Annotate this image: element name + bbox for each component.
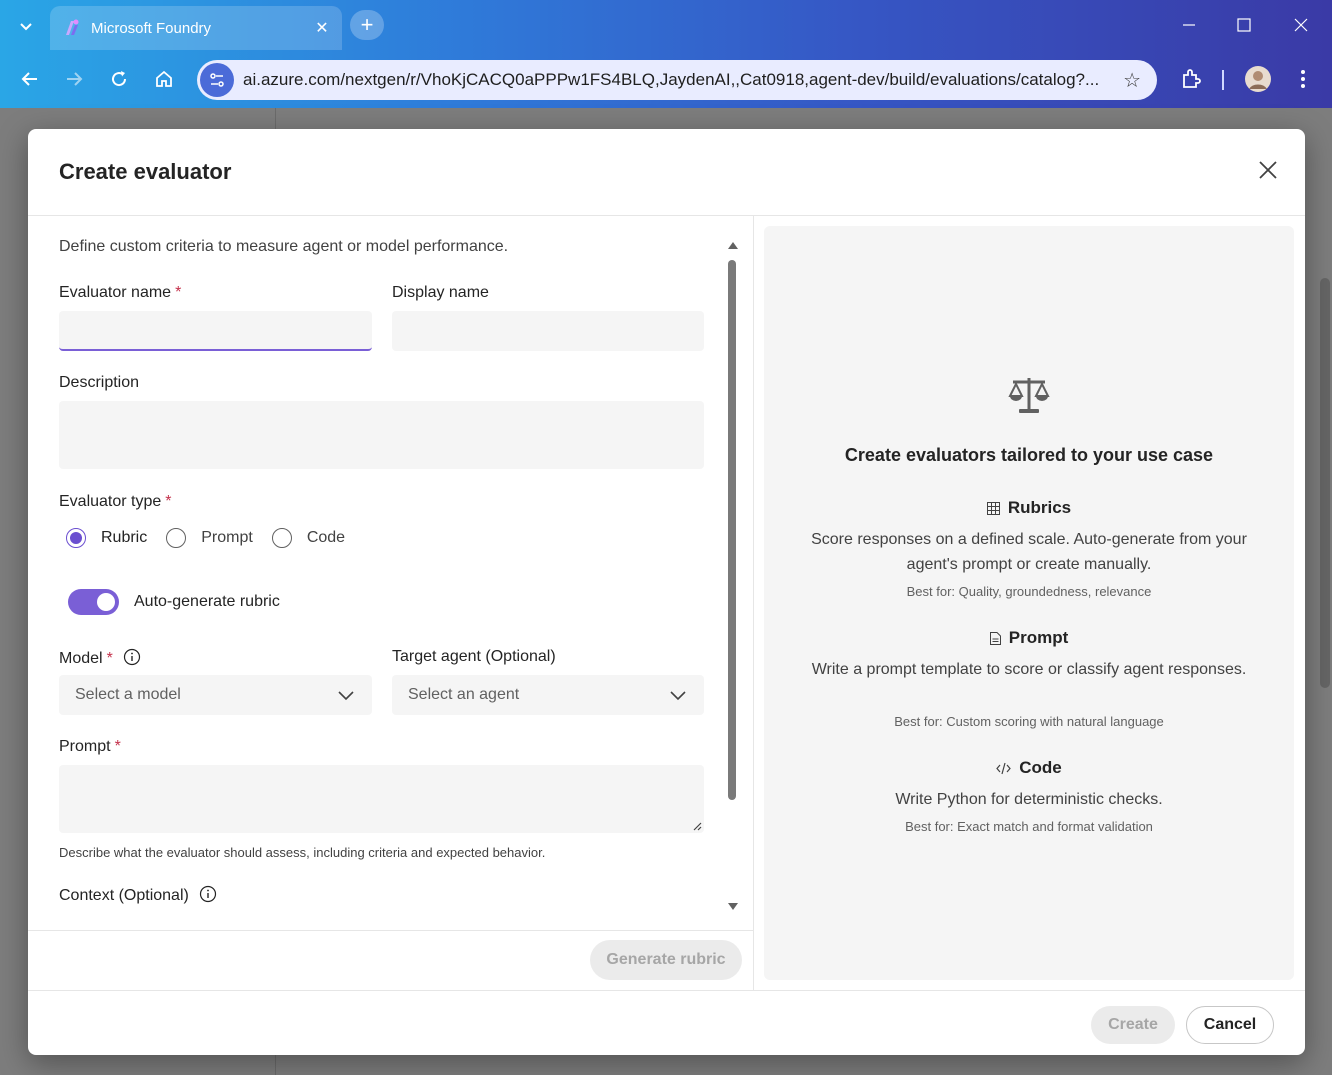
new-tab-button[interactable]: + xyxy=(350,10,384,40)
description-input[interactable] xyxy=(59,401,704,469)
prompt-input[interactable] xyxy=(59,765,704,833)
profile-avatar[interactable] xyxy=(1241,62,1275,96)
radio-code-label[interactable]: Code xyxy=(307,529,345,547)
window-close-icon[interactable] xyxy=(1281,10,1321,40)
dialog-intro: Define custom criteria to measure agent … xyxy=(59,238,509,255)
table-icon xyxy=(986,502,1000,515)
prompt-description: Write a prompt template to score or clas… xyxy=(811,661,1247,678)
evaluator-type-label: Evaluator type * xyxy=(59,493,172,510)
display-name-input[interactable] xyxy=(392,311,704,351)
tab-title: Microsoft Foundry xyxy=(91,19,212,37)
evaluator-name-input[interactable] xyxy=(59,311,372,351)
model-select-placeholder: Select a model xyxy=(75,686,181,703)
generate-rubric-button[interactable]: Generate rubric xyxy=(590,940,742,980)
radio-code[interactable] xyxy=(271,528,292,548)
radio-rubric-label[interactable]: Rubric xyxy=(101,529,147,547)
maximize-icon[interactable] xyxy=(1224,10,1264,40)
backdrop-scrollbar xyxy=(1320,278,1330,688)
target-agent-select[interactable]: Select an agent xyxy=(392,675,704,715)
address-bar[interactable]: ai.azure.com/nextgen/r/VhoKjCACQ0aPPPw1F… xyxy=(197,60,1157,100)
url-text: ai.azure.com/nextgen/r/VhoKjCACQ0aPPPw1F… xyxy=(243,70,1100,89)
reload-icon[interactable] xyxy=(102,62,136,96)
prompt-best-for: Best for: Custom scoring with natural la… xyxy=(894,714,1164,729)
dialog-title: Create evaluator xyxy=(59,159,232,184)
scales-icon xyxy=(1008,378,1050,413)
column-divider xyxy=(753,216,754,990)
browser-tab[interactable]: Microsoft Foundry ✕ xyxy=(50,6,342,50)
dialog-footer-divider xyxy=(28,990,1305,991)
tab-search-icon[interactable] xyxy=(12,12,40,40)
rubrics-description: Score responses on a defined scale. Auto… xyxy=(811,531,1247,573)
browser-toolbar: ai.azure.com/nextgen/r/VhoKjCACQ0aPPPw1F… xyxy=(0,50,1332,108)
prompt-label: Prompt * xyxy=(59,738,121,755)
rubrics-best-for: Best for: Quality, groundedness, relevan… xyxy=(906,584,1152,599)
scroll-down-icon[interactable] xyxy=(727,902,739,912)
document-icon xyxy=(989,632,1001,645)
back-icon[interactable] xyxy=(13,62,47,96)
description-label: Description xyxy=(59,374,140,391)
cancel-button[interactable]: Cancel xyxy=(1186,1006,1274,1044)
form-footer-divider xyxy=(28,930,753,931)
panel-title: Create evaluators tailored to your use c… xyxy=(844,445,1214,465)
code-heading: Code xyxy=(764,758,1294,778)
radio-prompt-label[interactable]: Prompt xyxy=(201,529,253,547)
form-scrollbar[interactable] xyxy=(725,240,739,940)
target-agent-label: Target agent (Optional) xyxy=(392,648,556,665)
auto-generate-toggle[interactable] xyxy=(68,589,119,615)
forward-icon[interactable] xyxy=(57,62,91,96)
chevron-down-icon xyxy=(338,691,354,701)
home-icon[interactable] xyxy=(147,62,181,96)
display-name-label: Display name xyxy=(392,284,489,301)
extensions-icon[interactable] xyxy=(1174,62,1208,96)
foundry-logo-icon xyxy=(66,19,79,35)
info-panel: Create evaluators tailored to your use c… xyxy=(764,226,1294,980)
browser-menu-icon[interactable] xyxy=(1286,62,1320,96)
model-select[interactable]: Select a model xyxy=(59,675,372,715)
target-agent-placeholder: Select an agent xyxy=(408,686,520,703)
scrollbar-thumb[interactable] xyxy=(728,260,736,800)
code-best-for: Best for: Exact match and format validat… xyxy=(905,819,1153,834)
evaluator-form: Define custom criteria to measure agent … xyxy=(28,216,753,930)
create-evaluator-dialog: Create evaluator Define custom criteria … xyxy=(28,129,1305,1055)
toolbar-separator xyxy=(1222,70,1224,90)
rubrics-heading: Rubrics xyxy=(764,498,1294,518)
prompt-helper-text: Describe what the evaluator should asses… xyxy=(59,845,546,860)
info-icon[interactable] xyxy=(199,885,217,903)
context-label: Context (Optional) xyxy=(59,885,217,905)
evaluator-type-radio-group: Rubric Prompt Code xyxy=(66,528,364,548)
minimize-icon[interactable] xyxy=(1169,10,1209,40)
code-icon xyxy=(996,762,1012,775)
model-label: Model * xyxy=(59,648,141,668)
chevron-down-icon xyxy=(670,691,686,701)
info-icon[interactable] xyxy=(123,648,141,666)
dialog-close-icon[interactable] xyxy=(1253,155,1283,185)
resize-handle-icon[interactable] xyxy=(692,821,702,831)
create-button[interactable]: Create xyxy=(1091,1006,1175,1044)
browser-titlebar: Microsoft Foundry ✕ + xyxy=(0,0,1332,50)
evaluator-name-label: Evaluator name * xyxy=(59,284,182,301)
auto-generate-label: Auto-generate rubric xyxy=(134,593,280,610)
scroll-up-icon[interactable] xyxy=(727,240,739,250)
radio-prompt[interactable] xyxy=(166,528,187,548)
code-description: Write Python for deterministic checks. xyxy=(895,791,1163,808)
tab-close-icon[interactable]: ✕ xyxy=(310,16,334,40)
bookmark-star-icon[interactable]: ☆ xyxy=(1123,68,1141,93)
radio-rubric[interactable] xyxy=(66,528,86,548)
prompt-heading: Prompt xyxy=(764,628,1294,648)
site-info-icon[interactable] xyxy=(200,63,234,97)
